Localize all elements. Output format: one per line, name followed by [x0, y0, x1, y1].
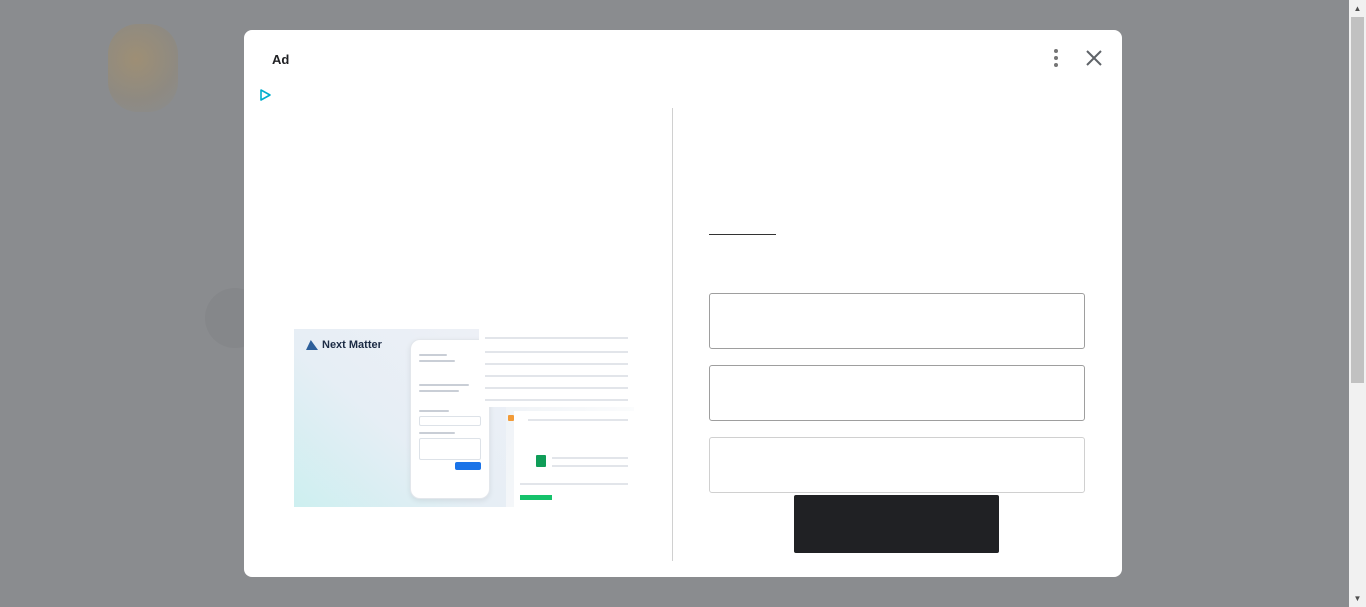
brand-logo: Next Matter: [306, 339, 382, 351]
ad-label: Ad: [272, 52, 290, 67]
phone-complete-button: [455, 462, 481, 470]
scroll-up-arrow-icon[interactable]: ▲: [1349, 0, 1366, 17]
more-vert-icon[interactable]: [1047, 48, 1065, 68]
cta-button[interactable]: [794, 495, 999, 553]
text-underline: [709, 234, 776, 235]
ad-creative[interactable]: Next Matter: [256, 88, 1109, 566]
sheets-icon: [536, 455, 546, 467]
status-tag: [520, 495, 552, 500]
scroll-down-arrow-icon[interactable]: ▼: [1349, 590, 1366, 607]
hero-image[interactable]: Next Matter: [294, 329, 634, 507]
creative-text-box-1[interactable]: [709, 293, 1085, 349]
creative-divider: [672, 108, 673, 561]
phone-mockup: [410, 339, 490, 499]
creative-text-box-3[interactable]: [709, 437, 1085, 493]
workflow-panel: [514, 411, 634, 507]
brand-name: Next Matter: [322, 339, 382, 351]
creative-text-box-2[interactable]: [709, 365, 1085, 421]
scrollbar-thumb[interactable]: [1351, 17, 1364, 383]
background-logo: [108, 24, 178, 112]
brand-mark-icon: [306, 340, 318, 350]
close-icon[interactable]: [1083, 47, 1105, 69]
dashboard-panel: [479, 329, 634, 407]
page-scrollbar[interactable]: ▲ ▼: [1349, 0, 1366, 607]
ad-modal: Ad Next Matter: [244, 30, 1122, 577]
